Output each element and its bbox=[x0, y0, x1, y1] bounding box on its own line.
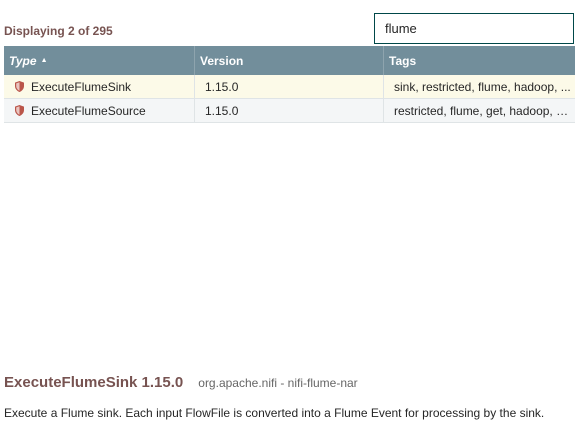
column-header-version[interactable]: Version bbox=[195, 46, 384, 75]
column-header-tags-label: Tags bbox=[389, 53, 417, 68]
processor-type-name: ExecuteFlumeSink bbox=[31, 79, 132, 94]
processor-type-name: ExecuteFlumeSource bbox=[31, 103, 146, 118]
version-cell: 1.15.0 bbox=[195, 99, 384, 122]
selected-processor-header: ExecuteFlumeSink 1.15.0 org.apache.nifi … bbox=[4, 374, 358, 391]
column-header-tags[interactable]: Tags bbox=[384, 46, 575, 75]
selected-processor-name: ExecuteFlumeSink 1.15.0 bbox=[4, 374, 184, 391]
processor-version: 1.15.0 bbox=[205, 79, 239, 94]
sort-ascending-icon: ▲ bbox=[40, 57, 48, 64]
filter-input[interactable] bbox=[374, 13, 574, 44]
selected-processor-description: Execute a Flume sink. Each input FlowFil… bbox=[4, 406, 545, 420]
type-cell: ExecuteFlumeSink bbox=[4, 75, 195, 98]
processor-types-table: Type ▲ Version Tags ExecuteFlumeSink 1.1… bbox=[4, 46, 575, 123]
processor-tags: sink, restricted, flume, hadoop, ... bbox=[394, 79, 571, 94]
tags-cell: sink, restricted, flume, hadoop, ... bbox=[384, 75, 575, 98]
column-header-version-label: Version bbox=[200, 53, 244, 68]
version-cell: 1.15.0 bbox=[195, 75, 384, 98]
shield-icon bbox=[15, 105, 24, 116]
processor-version: 1.15.0 bbox=[205, 103, 239, 118]
processor-tags: restricted, flume, get, hadoop, s... bbox=[394, 103, 571, 118]
column-header-type-label: Type bbox=[9, 53, 37, 68]
tags-cell: restricted, flume, get, hadoop, s... bbox=[384, 99, 575, 122]
type-cell: ExecuteFlumeSource bbox=[4, 99, 195, 122]
selected-processor-bundle: org.apache.nifi - nifi-flume-nar bbox=[198, 376, 358, 390]
displaying-count: Displaying 2 of 295 bbox=[4, 24, 113, 38]
processor-type-dialog-body: Displaying 2 of 295 Type ▲ Version Tags … bbox=[0, 0, 579, 441]
column-header-type[interactable]: Type ▲ bbox=[4, 46, 195, 75]
table-row[interactable]: ExecuteFlumeSink 1.15.0 sink, restricted… bbox=[4, 75, 575, 99]
shield-icon bbox=[15, 81, 24, 92]
table-row[interactable]: ExecuteFlumeSource 1.15.0 restricted, fl… bbox=[4, 99, 575, 123]
table-header: Type ▲ Version Tags bbox=[4, 46, 575, 75]
